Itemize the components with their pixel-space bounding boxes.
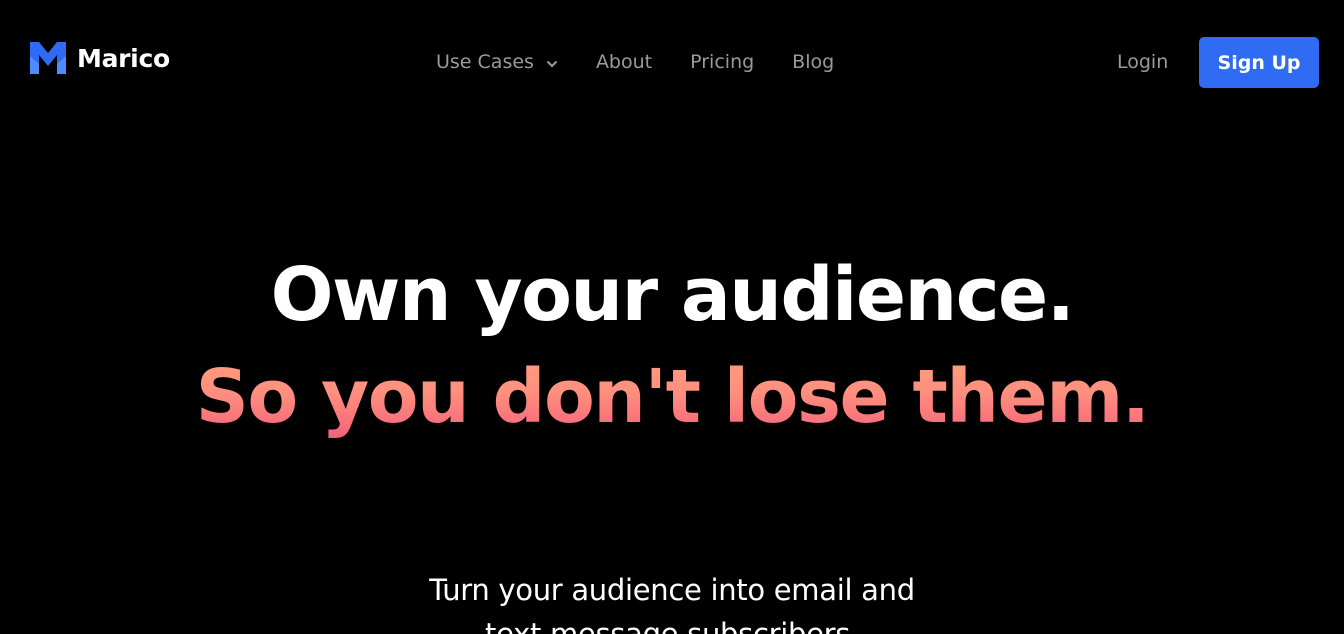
nav-item-pricing[interactable]: Pricing bbox=[690, 48, 754, 76]
hero-headline-line1: Own your audience. bbox=[270, 252, 1075, 338]
chevron-down-icon bbox=[546, 48, 558, 76]
sign-up-button[interactable]: Sign Up bbox=[1199, 37, 1319, 88]
hero-headline-line2: So you don't lose them. bbox=[0, 352, 1344, 442]
site-header: Marico Use Cases About Pricing Blog Logi… bbox=[0, 0, 1344, 124]
nav-item-label: Blog bbox=[792, 51, 835, 73]
landing-page: Marico Use Cases About Pricing Blog Logi… bbox=[0, 0, 1344, 634]
hero-subheadline-line1: Turn your audience into email and bbox=[429, 573, 915, 607]
brand-home-link[interactable]: Marico bbox=[30, 42, 170, 74]
nav-item-label: About bbox=[595, 51, 653, 73]
nav-item-label: Use Cases bbox=[436, 51, 534, 73]
login-link[interactable]: Login bbox=[1117, 48, 1168, 76]
brand-name: Marico bbox=[77, 43, 170, 73]
marico-logo-icon bbox=[30, 42, 66, 74]
hero-subheadline-line2: text message subscribers. bbox=[485, 617, 859, 634]
nav-item-about[interactable]: About bbox=[596, 48, 652, 76]
nav-item-blog[interactable]: Blog bbox=[792, 48, 834, 76]
hero-subheadline: Turn your audience into email and text m… bbox=[0, 568, 1344, 634]
nav-item-use-cases[interactable]: Use Cases bbox=[436, 48, 558, 76]
hero-headline-gradient-text: So you don't lose them. bbox=[195, 354, 1150, 440]
main-nav: Use Cases About Pricing Blog bbox=[436, 48, 872, 76]
nav-item-label: Pricing bbox=[690, 51, 755, 73]
